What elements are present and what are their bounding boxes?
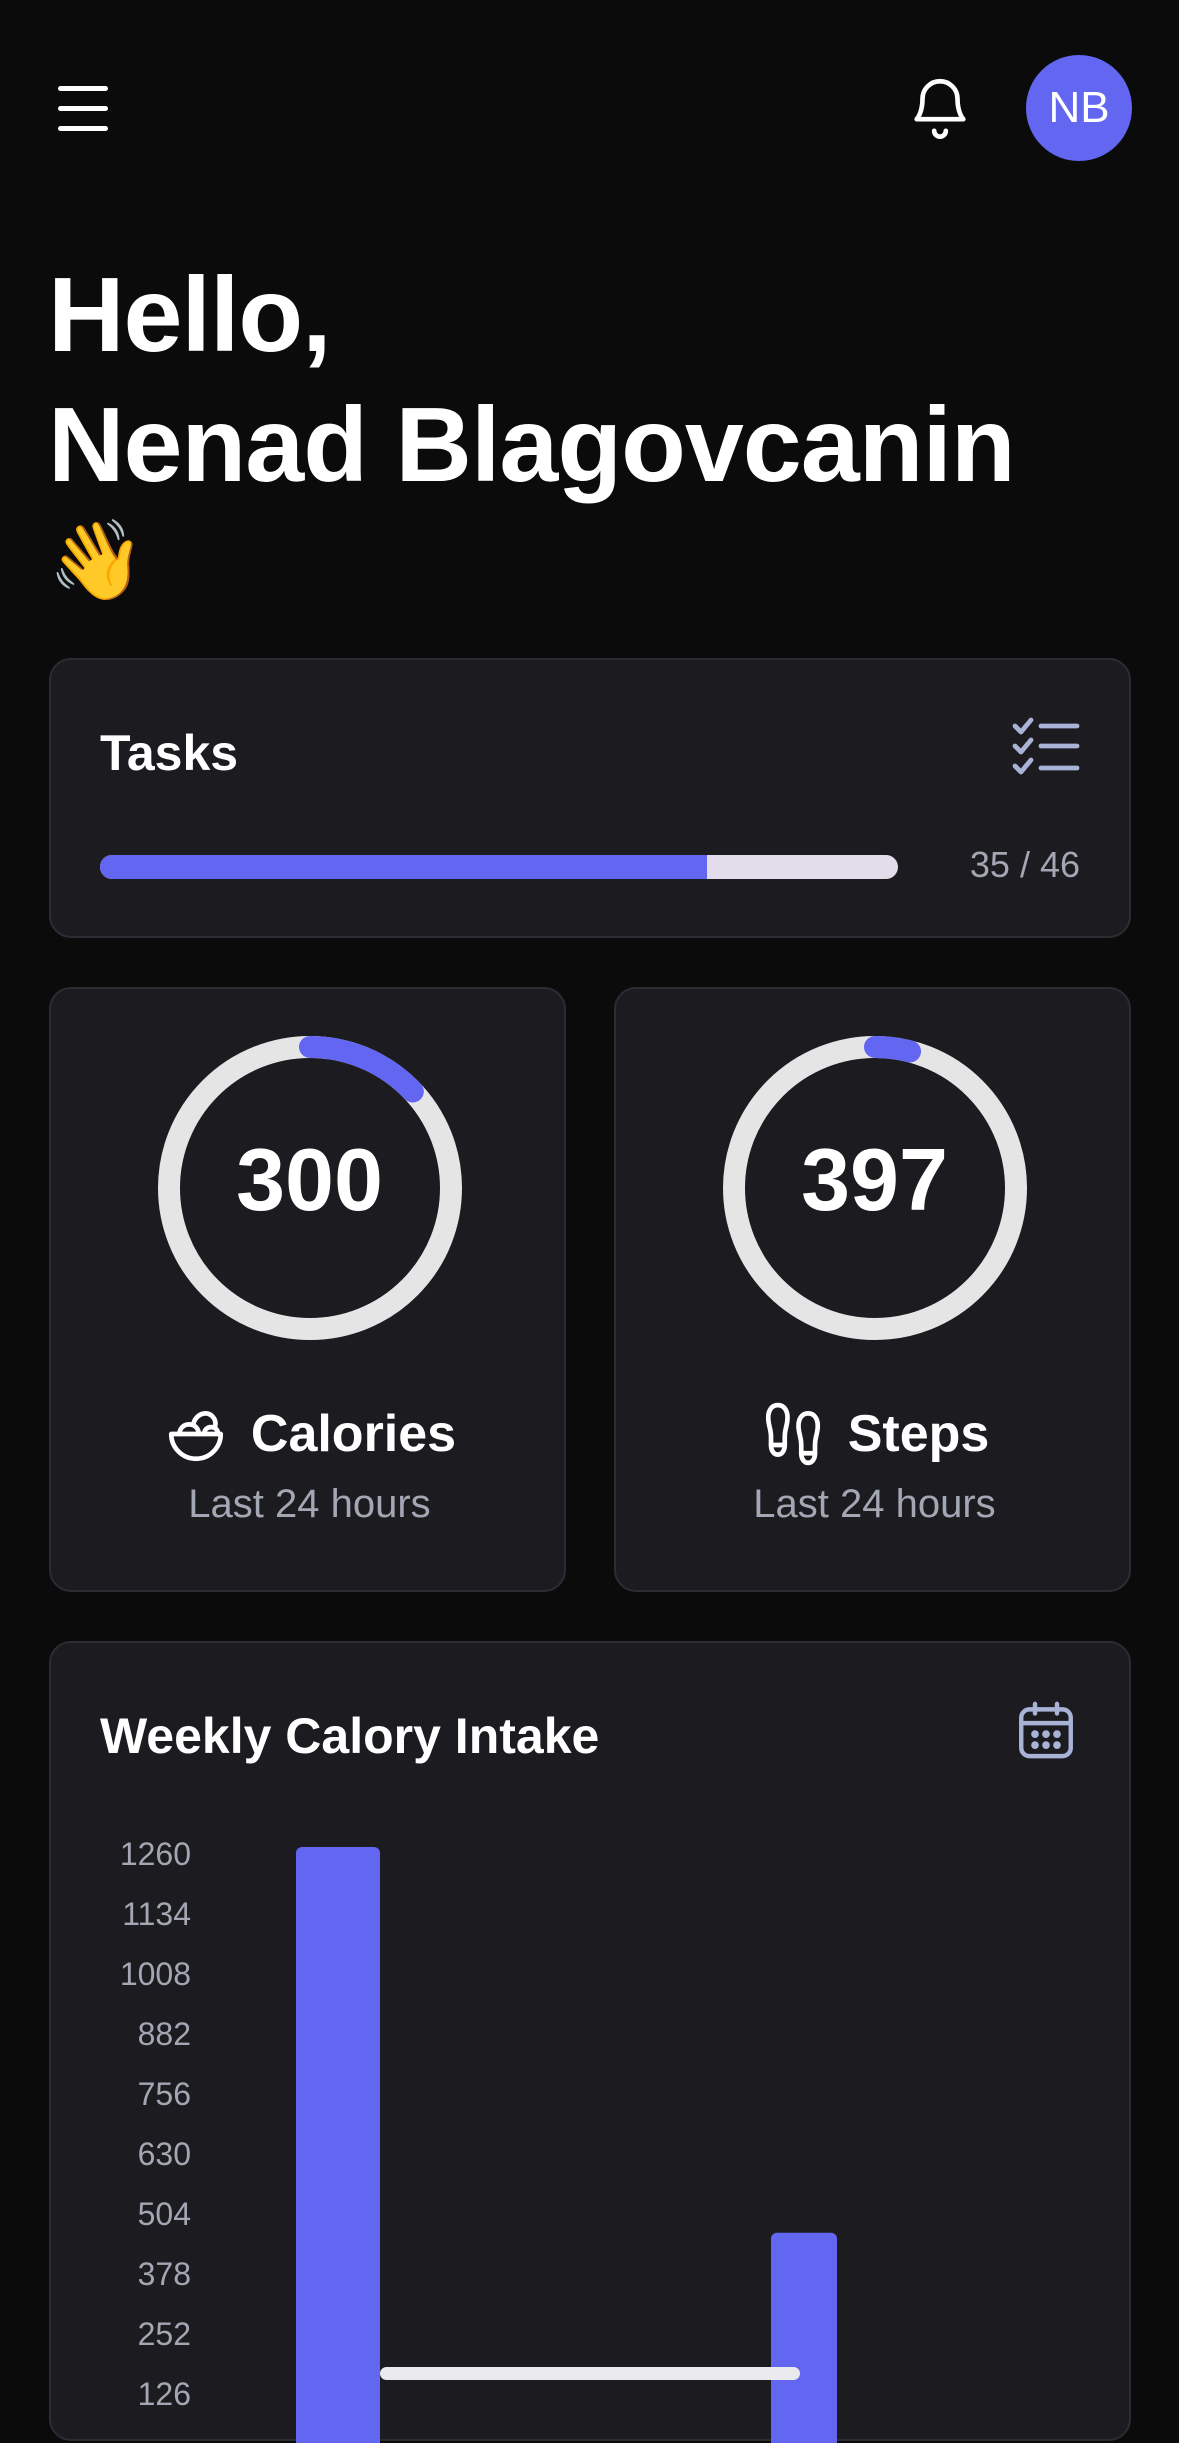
y-tick-label: 1260 [120, 1836, 191, 1872]
y-tick-label: 126 [138, 2376, 191, 2412]
calories-label: Calories [250, 1405, 457, 1463]
y-tick-label: 378 [138, 2256, 191, 2292]
greeting-user-name: Nenad Blagovcanin [48, 386, 1016, 504]
weekly-intake-card[interactable]: Weekly Calory Intake 126 252 378 504 630 756 8… [49, 1641, 1131, 2443]
y-tick-label: 882 [138, 2016, 191, 2052]
y-tick-label: 252 [138, 2316, 191, 2352]
y-tick-label: 1008 [120, 1956, 191, 1992]
calories-card[interactable]: 300 Calories Last 24 hours [49, 987, 566, 1592]
steps-label: Steps [847, 1405, 990, 1463]
bell-icon[interactable] [905, 70, 975, 145]
y-tick-label: 756 [138, 2076, 191, 2112]
footprints-icon [765, 1402, 820, 1466]
greeting-hello: Hello, [48, 256, 332, 374]
weekly-intake-bar-chart: 126 252 378 504 630 756 882 1008 1134 1260 [120, 1836, 837, 2443]
tasks-title: Tasks [100, 725, 239, 781]
hamburger-menu-icon[interactable] [54, 84, 114, 134]
intake-bar[interactable] [771, 2232, 837, 2443]
steps-label-row: Steps [616, 1401, 1133, 1467]
greeting-heading: Hello, Nenad Blagovcanin 👋 [48, 250, 1148, 610]
steps-value: 397 [801, 1130, 948, 1229]
home-indicator[interactable] [380, 2367, 800, 2380]
top-bar: NB [0, 0, 1179, 215]
tasks-card[interactable]: Tasks 35 / 46 [49, 658, 1131, 938]
tasks-progress-fill [100, 855, 708, 879]
calendar-icon[interactable] [1013, 1697, 1079, 1763]
weekly-intake-title: Weekly Calory Intake [100, 1708, 600, 1764]
checklist-icon[interactable] [1011, 716, 1081, 776]
steps-card[interactable]: 397 Steps Last 24 hours [614, 987, 1131, 1592]
avatar[interactable]: NB [1026, 55, 1132, 161]
y-tick-label: 1134 [122, 1896, 191, 1932]
tasks-count: 35 / 46 [969, 844, 1080, 885]
calories-label-row: Calories [51, 1401, 568, 1467]
steps-period: Last 24 hours [753, 1482, 996, 1526]
intake-bar[interactable] [296, 1847, 380, 2443]
waving-hand-emoji: 👋 [48, 516, 145, 604]
calories-period: Last 24 hours [188, 1482, 431, 1526]
y-tick-label: 630 [138, 2136, 191, 2172]
salad-bowl-icon [168, 1411, 223, 1462]
y-tick-label: 504 [138, 2196, 191, 2232]
calories-value: 300 [236, 1130, 383, 1229]
tasks-progress-bar [100, 855, 898, 879]
